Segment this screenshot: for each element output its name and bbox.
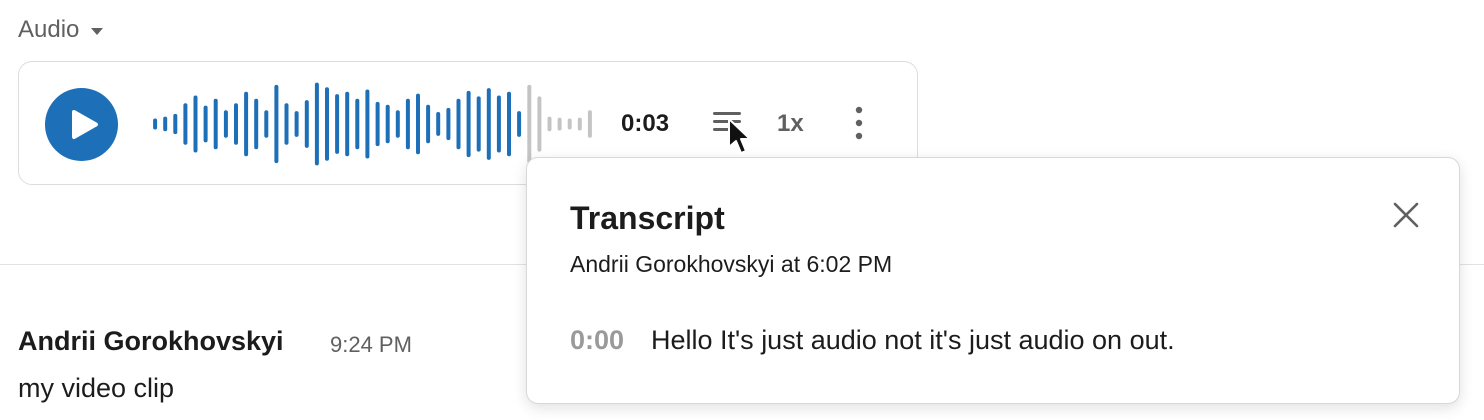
mouse-pointer-icon bbox=[728, 118, 751, 154]
waveform-bar bbox=[244, 91, 249, 157]
waveform-bar bbox=[446, 107, 451, 141]
play-button[interactable] bbox=[45, 88, 118, 161]
audio-section-toggle[interactable]: Audio bbox=[18, 16, 104, 44]
more-actions-button[interactable] bbox=[849, 104, 869, 142]
more-vertical-icon bbox=[855, 106, 863, 140]
playback-time: 0:03 bbox=[621, 110, 670, 137]
waveform-bar bbox=[325, 87, 329, 161]
waveform-bar bbox=[395, 110, 400, 138]
audio-label: Audio bbox=[18, 16, 80, 43]
waveform-bar bbox=[264, 110, 269, 138]
waveform-bar bbox=[213, 98, 218, 150]
waveform-bar bbox=[335, 94, 340, 154]
caret-down-icon bbox=[91, 28, 104, 35]
waveform-bar bbox=[173, 113, 178, 135]
transcript-subtitle: Andrii Gorokhovskyi at 6:02 PM bbox=[570, 251, 893, 277]
waveform-bar bbox=[537, 96, 542, 152]
waveform-bar bbox=[547, 116, 552, 132]
message-author[interactable]: Andrii Gorokhovskyi bbox=[18, 326, 284, 357]
waveform-bar bbox=[577, 117, 582, 131]
transcript-line-text: Hello It's just audio not it's just audi… bbox=[651, 325, 1175, 355]
playback-speed-button[interactable]: 1x bbox=[777, 110, 804, 138]
close-button[interactable] bbox=[1391, 200, 1421, 230]
waveform-bar bbox=[456, 98, 461, 150]
waveform-bar bbox=[426, 104, 431, 144]
waveform-bar bbox=[294, 111, 299, 137]
waveform-bar bbox=[557, 117, 562, 131]
waveform-bar bbox=[375, 101, 380, 147]
audio-waveform[interactable] bbox=[150, 74, 595, 174]
waveform-bar bbox=[385, 104, 390, 144]
waveform-bar bbox=[476, 96, 481, 152]
waveform-bar bbox=[405, 98, 410, 150]
waveform-bar bbox=[193, 95, 198, 153]
waveform-bar bbox=[527, 84, 532, 164]
waveform-bar bbox=[567, 118, 572, 130]
waveform-bar bbox=[314, 82, 319, 166]
message-text: my video clip bbox=[18, 373, 175, 403]
play-icon bbox=[72, 110, 98, 139]
waveform-bar bbox=[587, 110, 592, 138]
waveform-bar bbox=[234, 103, 238, 145]
transcript-popover: Transcript Andrii Gorokhovskyi at 6:02 P… bbox=[526, 157, 1460, 404]
waveform-bar bbox=[284, 103, 289, 145]
waveform-bar bbox=[416, 93, 420, 155]
waveform-bar bbox=[365, 89, 370, 159]
waveform-bar bbox=[345, 91, 350, 157]
waveform-bar bbox=[163, 116, 168, 132]
transcript-title: Transcript bbox=[570, 200, 725, 236]
waveform-bar bbox=[304, 100, 309, 148]
message-timestamp[interactable]: 9:24 PM bbox=[330, 332, 412, 358]
waveform-bar bbox=[517, 111, 522, 137]
waveform-bar bbox=[254, 98, 259, 150]
waveform-bar bbox=[203, 105, 208, 143]
waveform-bar bbox=[223, 110, 228, 138]
waveform-bar bbox=[183, 103, 188, 145]
transcript-line-time[interactable]: 0:00 bbox=[570, 325, 624, 356]
close-icon bbox=[1393, 202, 1419, 228]
waveform-bar bbox=[507, 91, 511, 157]
waveform-bar bbox=[274, 84, 279, 164]
waveform-bar bbox=[496, 95, 501, 153]
waveform-bar bbox=[486, 88, 491, 160]
waveform-bar bbox=[436, 112, 441, 136]
waveform-bar bbox=[153, 118, 158, 130]
waveform-bar bbox=[355, 98, 360, 150]
waveform-bar bbox=[466, 90, 471, 158]
